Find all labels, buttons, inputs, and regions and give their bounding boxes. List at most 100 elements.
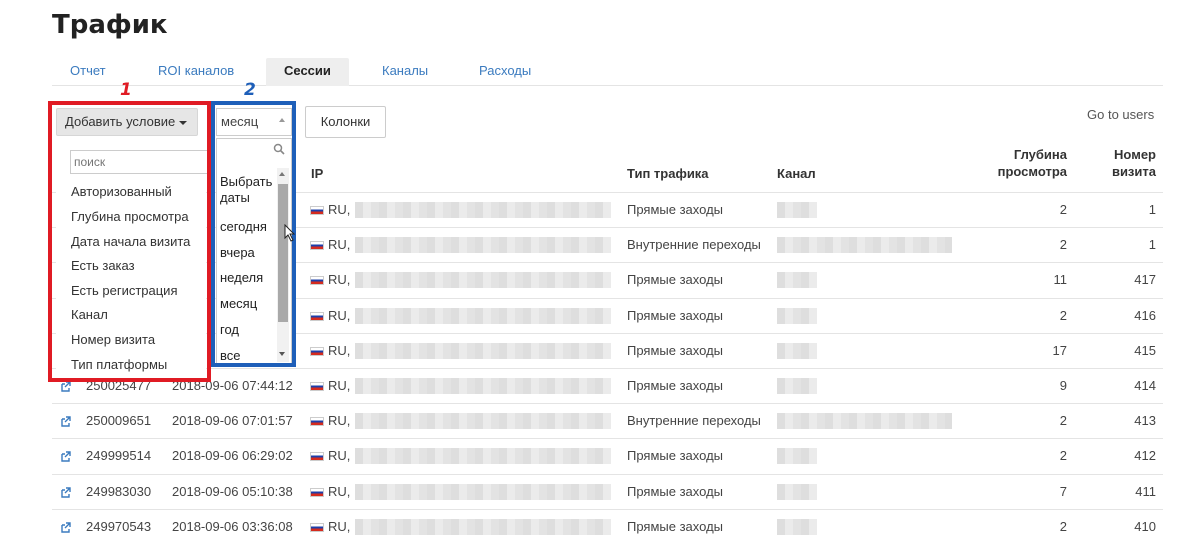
depth-value: 2 <box>1059 307 1067 323</box>
tab-report[interactable]: Отчет <box>70 58 106 86</box>
visit-number-value: 416 <box>1134 307 1156 323</box>
ru-flag-icon <box>310 417 324 427</box>
condition-item-depth[interactable]: Глубина просмотра <box>71 209 189 224</box>
period-option-all[interactable]: все <box>220 348 241 364</box>
tab-roi-channels[interactable]: ROI каналов <box>158 58 234 86</box>
redacted-ip <box>355 518 611 535</box>
visit-number-value: 414 <box>1134 378 1156 393</box>
table-row[interactable]: 250025477 2018-09-06 07:44:12 RU, I Прямые … <box>52 368 1163 403</box>
condition-item-platform-type[interactable]: Тип платформы <box>71 357 167 372</box>
ru-flag-icon <box>310 382 324 391</box>
table-row[interactable]: 249999514 2018-09-06 06:29:02 RU, I Прямые … <box>52 438 1163 473</box>
ru-flag-icon <box>310 487 324 497</box>
session-datetime: 2018-09-06 07:01:57 <box>172 413 293 429</box>
tab-channels[interactable]: Каналы <box>382 58 428 86</box>
table-row[interactable]: 249970543 2018-09-06 03:36:08 RU, I Прямые … <box>52 508 1163 543</box>
ip-value: RU, I <box>328 237 358 253</box>
depth-value: 7 <box>1059 483 1067 499</box>
table-row[interactable]: 250009651 2018-09-06 07:01:57 RU, I Внутрен… <box>52 403 1163 438</box>
external-link-icon[interactable] <box>60 451 71 463</box>
add-condition-button[interactable]: Добавить условие <box>56 108 198 136</box>
visit-number-value: 410 <box>1134 518 1156 534</box>
tab-expenses[interactable]: Расходы <box>479 58 531 86</box>
redacted-channel <box>777 202 817 218</box>
redacted-channel <box>777 413 952 430</box>
period-select[interactable]: месяц <box>216 108 292 136</box>
depth-value: 17 <box>1052 342 1067 358</box>
tab-sessions[interactable]: Сессии <box>266 58 349 86</box>
depth-value: 2 <box>1059 448 1067 464</box>
depth-value: 2 <box>1059 518 1067 534</box>
redacted-channel <box>777 342 817 359</box>
ip-value: RU, I <box>328 272 358 288</box>
condition-item-has-registration[interactable]: Есть регистрация <box>71 283 178 298</box>
visit-number-value: 411 <box>1135 483 1156 499</box>
scroll-thumb[interactable] <box>278 184 288 322</box>
traffic-type: Прямые заходы <box>627 272 724 288</box>
chevron-up-icon <box>279 118 285 122</box>
ip-value: RU, I <box>328 378 358 393</box>
traffic-type: Прямые заходы <box>627 518 724 534</box>
traffic-type: Прямые заходы <box>627 448 724 464</box>
traffic-type: Прямые заходы <box>627 483 724 499</box>
period-option-yesterday[interactable]: вчера <box>220 245 255 261</box>
condition-search-input[interactable] <box>70 150 210 174</box>
period-search-input[interactable] <box>216 138 290 164</box>
ip-value: RU, I <box>328 202 358 217</box>
period-scrollbar[interactable] <box>277 168 289 362</box>
traffic-type: Прямые заходы <box>627 342 724 358</box>
condition-item-authorized[interactable]: Авторизованный <box>71 184 172 199</box>
column-header-traffic-type: Тип трафика <box>627 166 709 181</box>
tabs-bar: Отчет ROI каналов Сессии Каналы Расходы <box>52 58 1163 86</box>
session-id: 249983030 <box>86 483 152 499</box>
scroll-up-icon[interactable] <box>279 172 285 176</box>
period-option-today[interactable]: сегодня <box>220 219 267 235</box>
visit-number-value: 415 <box>1134 342 1156 358</box>
traffic-type: Прямые заходы <box>627 307 724 323</box>
external-link-icon[interactable] <box>60 486 71 498</box>
ip-cell: RU, I <box>310 334 358 368</box>
condition-item-has-order[interactable]: Есть заказ <box>71 258 135 273</box>
external-link-icon[interactable] <box>60 416 71 427</box>
table-row[interactable]: 249983030 2018-09-06 05:10:38 RU, I Прямые … <box>52 473 1163 509</box>
external-link-icon[interactable] <box>60 522 71 533</box>
ip-cell: RU, I <box>310 439 358 473</box>
visit-number-value: 1 <box>1148 237 1156 253</box>
redacted-ip <box>355 307 611 324</box>
add-condition-label: Добавить условие <box>65 114 176 129</box>
column-header-ip: IP <box>311 166 324 181</box>
ip-cell: RU, I <box>310 510 358 543</box>
ru-flag-icon <box>310 522 324 532</box>
session-datetime: 2018-09-06 06:29:02 <box>172 448 293 464</box>
column-header-visit-number: Номер визита <box>1111 147 1156 179</box>
go-to-users-link[interactable]: Go to users <box>1087 107 1154 122</box>
visit-number-value: 1 <box>1148 202 1156 217</box>
condition-item-visit-number[interactable]: Номер визита <box>71 332 155 347</box>
redacted-ip <box>355 483 611 500</box>
scroll-down-icon[interactable] <box>279 352 285 356</box>
redacted-ip <box>355 272 611 289</box>
traffic-type: Внутренние переходы <box>627 237 761 253</box>
external-link-icon[interactable] <box>60 381 71 392</box>
redacted-ip <box>355 413 611 430</box>
ip-value: RU, I <box>328 448 358 464</box>
period-option-year[interactable]: год <box>220 322 239 338</box>
traffic-type: Внутренние переходы <box>627 413 761 429</box>
period-option-week[interactable]: неделя <box>220 270 263 286</box>
ip-cell: RU, I <box>310 193 358 227</box>
period-option-month[interactable]: месяц <box>220 296 257 312</box>
visit-number-value: 417 <box>1134 272 1156 288</box>
redacted-channel <box>777 272 817 289</box>
condition-item-visit-start-date[interactable]: Дата начала визита <box>71 234 190 249</box>
session-id: 249999514 <box>86 448 152 464</box>
traffic-type: Прямые заходы <box>627 378 724 393</box>
ip-value: RU, I <box>328 307 358 323</box>
session-id: 249970543 <box>86 518 152 534</box>
column-header-depth: Глубина просмотра <box>997 147 1067 179</box>
session-datetime: 2018-09-06 05:10:38 <box>172 483 293 499</box>
period-option-select-dates[interactable]: Выбрать даты <box>220 174 276 206</box>
columns-button[interactable]: Колонки <box>305 106 386 138</box>
condition-item-channel[interactable]: Канал <box>71 307 108 322</box>
ip-cell: RU, I <box>310 475 358 509</box>
session-datetime: 2018-09-06 03:36:08 <box>172 518 293 534</box>
